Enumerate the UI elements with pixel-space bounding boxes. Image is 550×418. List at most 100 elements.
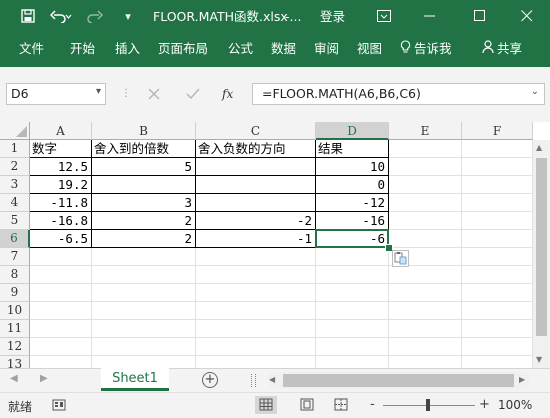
page-break-view-icon[interactable] [330,396,352,414]
expand-formula-icon[interactable]: ⌄ [531,86,539,97]
save-icon[interactable] [18,0,38,33]
column-header-a[interactable]: A [30,122,92,140]
row-header-9[interactable]: 9 [0,284,30,302]
cell-b6[interactable]: 2 [92,230,196,248]
cell-a11[interactable] [30,320,92,338]
column-header-f[interactable]: F [462,122,533,140]
cell-c10[interactable] [196,302,316,320]
cell-e3[interactable] [389,176,462,194]
formula-input[interactable]: =FLOOR.MATH(A6,B6,C6) ⌄ [252,83,545,105]
add-sheet-button[interactable]: + [202,372,218,388]
cell-e4[interactable] [389,194,462,212]
column-header-c[interactable]: C [196,122,316,140]
sheet-tab-sheet1[interactable]: Sheet1 [101,368,169,391]
cell-a10[interactable] [30,302,92,320]
cell-c1[interactable]: 舍入负数的方向 [196,140,316,158]
hscroll-thumb[interactable] [283,374,514,387]
tab-home[interactable]: 开始 [70,33,95,67]
row-header-7[interactable]: 7 [0,248,30,266]
ribbon-display-icon[interactable] [374,0,394,33]
cell-b7[interactable] [92,248,196,266]
minimize-icon[interactable] [418,0,442,33]
row-header-8[interactable]: 8 [0,266,30,284]
redo-icon[interactable] [84,0,110,33]
cell-f2[interactable] [462,158,533,176]
zoom-in-button[interactable]: + [479,397,490,412]
row-header-1[interactable]: 1 [0,140,30,158]
zoom-slider-thumb[interactable] [426,399,430,411]
cell-d2[interactable]: 10 [316,158,389,176]
cell-d7[interactable] [316,248,389,266]
tab-insert[interactable]: 插入 [115,33,140,67]
cell-c5[interactable]: -2 [196,212,316,230]
cell-f12[interactable] [462,338,533,356]
cell-d6[interactable]: -6 [316,230,389,248]
cell-f6[interactable] [462,230,533,248]
zoom-level[interactable]: 100% [498,398,532,412]
row-header-2[interactable]: 2 [0,158,30,176]
tell-me-button[interactable]: 告诉我 [400,33,452,67]
scroll-down-icon[interactable]: ▼ [536,355,542,364]
cell-e12[interactable] [389,338,462,356]
name-box[interactable]: D6 ▾ [6,83,106,105]
cell-f8[interactable] [462,266,533,284]
sign-in-button[interactable]: 登录 [320,0,345,33]
column-header-b[interactable]: B [92,122,196,140]
cell-c3[interactable] [196,176,316,194]
cell-a1[interactable]: 数字 [30,140,92,158]
cell-a8[interactable] [30,266,92,284]
cell-e10[interactable] [389,302,462,320]
cell-b5[interactable]: 2 [92,212,196,230]
cell-a6[interactable]: -6.5 [30,230,92,248]
cell-e9[interactable] [389,284,462,302]
cell-f10[interactable] [462,302,533,320]
cell-f1[interactable] [462,140,533,158]
tab-scroll-left-icon[interactable]: ◀ [10,373,18,384]
cell-d10[interactable] [316,302,389,320]
cell-e6[interactable] [389,230,462,248]
tab-formulas[interactable]: 公式 [228,33,253,67]
row-header-11[interactable]: 11 [0,320,30,338]
cell-b13[interactable] [92,356,196,368]
zoom-out-button[interactable]: - [370,397,375,412]
cell-c13[interactable] [196,356,316,368]
cell-b11[interactable] [92,320,196,338]
cell-d13[interactable] [316,356,389,368]
cell-e1[interactable] [389,140,462,158]
cell-b2[interactable]: 5 [92,158,196,176]
tab-scroll-right-icon[interactable]: ▶ [40,373,48,384]
cell-b1[interactable]: 舍入到的倍数 [92,140,196,158]
maximize-icon[interactable] [468,0,492,33]
cell-c2[interactable] [196,158,316,176]
cell-c4[interactable] [196,194,316,212]
cell-f13[interactable] [462,356,533,368]
hscroll-left-icon[interactable]: ◀ [269,375,275,384]
cell-f11[interactable] [462,320,533,338]
undo-icon[interactable] [48,0,74,33]
cell-a3[interactable]: 19.2 [30,176,92,194]
enter-icon[interactable] [186,85,202,103]
cell-b10[interactable] [92,302,196,320]
normal-view-icon[interactable] [255,396,277,414]
cell-d3[interactable]: 0 [316,176,389,194]
paste-options-button[interactable] [392,250,409,267]
chevron-down-icon[interactable]: ▾ [96,86,101,97]
cell-f3[interactable] [462,176,533,194]
column-header-e[interactable]: E [389,122,462,140]
cell-a5[interactable]: -16.8 [30,212,92,230]
cell-a13[interactable] [30,356,92,368]
cell-c7[interactable] [196,248,316,266]
cell-e5[interactable] [389,212,462,230]
cell-b3[interactable] [92,176,196,194]
macro-record-icon[interactable] [52,398,66,415]
cell-a4[interactable]: -11.8 [30,194,92,212]
tab-splitter[interactable] [251,374,256,387]
cell-f7[interactable] [462,248,533,266]
row-header-12[interactable]: 12 [0,338,30,356]
horizontal-scrollbar[interactable]: ◀ ▶ [269,372,529,389]
cell-c6[interactable]: -1 [196,230,316,248]
tab-file[interactable]: 文件 [19,33,44,67]
column-header-d[interactable]: D [316,122,389,140]
worksheet-grid[interactable]: A B C D E F 1 数字 舍入到的倍数 舍入负数的方向 结果 2 12.5 5 10 3 19.2 0 4-… [0,122,550,368]
cell-d4[interactable]: -12 [316,194,389,212]
